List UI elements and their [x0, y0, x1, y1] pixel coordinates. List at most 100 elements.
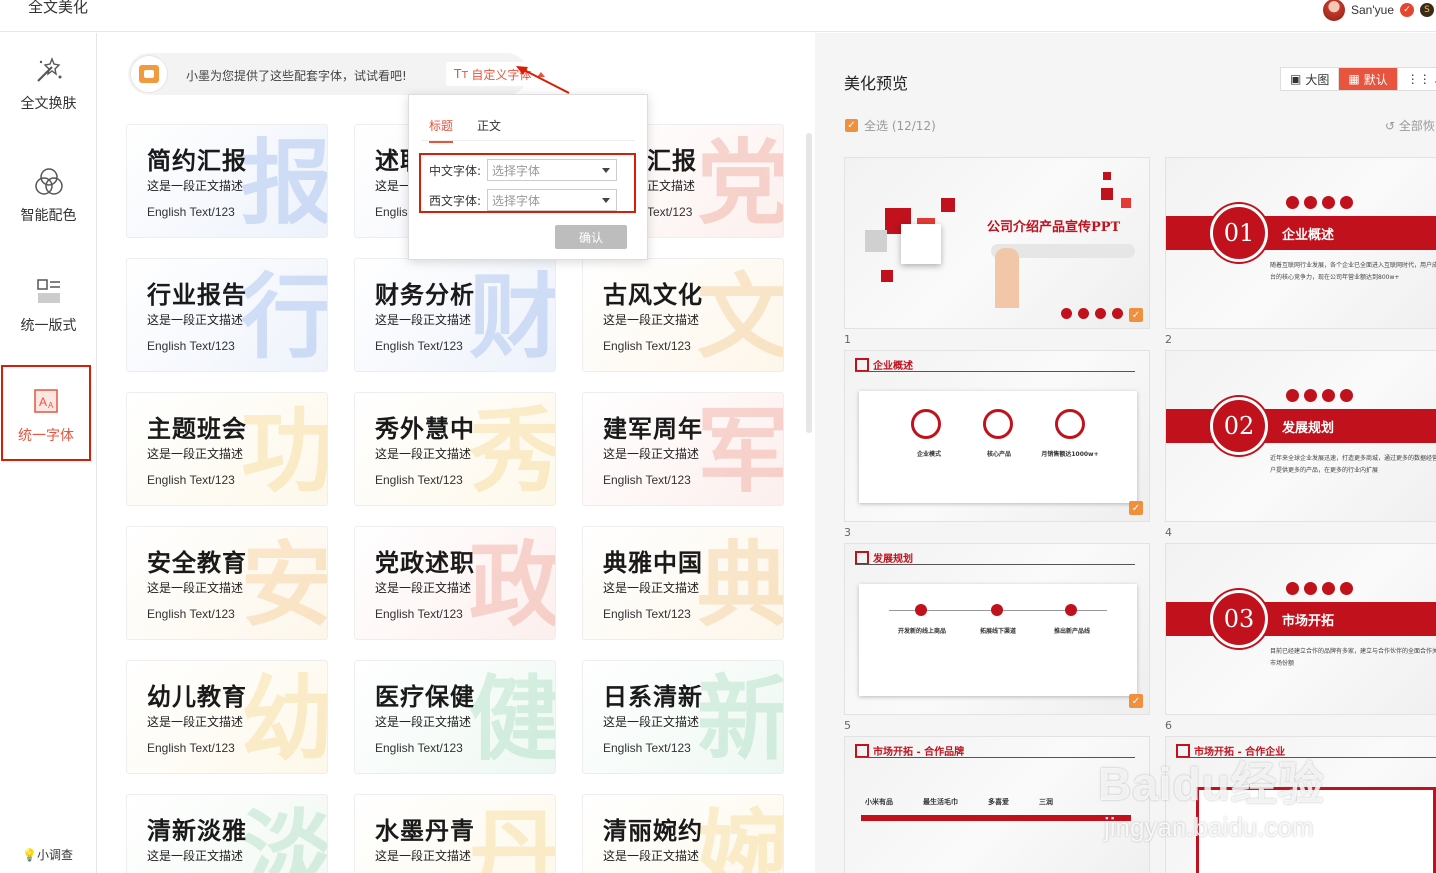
brand-name: 小米有品	[865, 798, 893, 806]
user-name[interactable]: San'yue	[1351, 3, 1394, 17]
font-card-subtitle: 这是一段正文描述	[603, 849, 700, 863]
font-card[interactable]: 幼幼儿教育 这是一段正文描述 English Text/123	[126, 660, 328, 774]
slide-thumb-6[interactable]: 03 市场开拓 目前已经建立合作的品牌有多家，建立与合作伙伴的全面合作关系，扩大…	[1165, 543, 1436, 715]
nav-item-layout[interactable]: 统一版式	[0, 275, 97, 335]
brand-name: 多喜爱	[988, 798, 1009, 806]
select-all-checkbox[interactable]: ✓ 全选 (12/12)	[845, 117, 936, 134]
slide-checkbox[interactable]: ✓	[1129, 694, 1143, 708]
font-card-english: English Text/123	[603, 607, 691, 621]
font-card-title: 财务分析	[375, 281, 475, 309]
nav-item-reskin[interactable]: 全文换肤	[0, 53, 97, 113]
font-card[interactable]: 秀秀外慧中 这是一段正文描述 English Text/123	[354, 392, 556, 506]
undo-icon: ↺	[1385, 119, 1396, 133]
font-card[interactable]: 行行业报告 这是一段正文描述 English Text/123	[126, 258, 328, 372]
font-card[interactable]: 婉清丽婉约 这是一段正文描述	[582, 794, 784, 873]
font-card[interactable]: 财财务分析 这是一段正文描述 English Text/123	[354, 258, 556, 372]
slide-number: 1	[844, 333, 851, 346]
confirm-button[interactable]: 确认	[555, 225, 627, 249]
slide-thumb-1[interactable]: 公司介绍产品宣传PPT ✓	[844, 157, 1150, 329]
font-card-watermark: 军	[696, 397, 784, 505]
slide-thumb-2[interactable]: 01 企业概述 随着互联网行业发展，各个企业已全面进入互联网时代，用户成为每个平…	[1165, 157, 1436, 329]
font-card-english: English Text/123	[147, 741, 235, 755]
font-card[interactable]: 文古风文化 这是一段正文描述 English Text/123	[582, 258, 784, 372]
text-style-icon: Tт	[454, 67, 469, 81]
font-card-english: English Text/123	[147, 339, 235, 353]
red-arrow-annotation	[516, 66, 570, 94]
font-card-title: 简约汇报	[147, 147, 247, 175]
slide-thumb-5[interactable]: 发展规划 开发新的线上商品 拓展线下渠道 推出新产品线 ✓	[844, 543, 1150, 715]
en-font-placeholder: 选择字体	[492, 193, 541, 208]
vip-badge-icon: ✓	[1400, 3, 1414, 17]
font-card-watermark: 功	[240, 397, 328, 505]
font-card-english: English Text/123	[147, 473, 235, 487]
font-card-watermark: 典	[696, 531, 784, 639]
brand-name: 三润	[1039, 798, 1053, 806]
user-avatar[interactable]	[1323, 0, 1345, 21]
font-card-watermark: 报	[240, 129, 328, 237]
font-card[interactable]: 报简约汇报 这是一段正文描述 English Text/123	[126, 124, 328, 238]
slide-3-item: 核心产品	[986, 451, 1011, 458]
survey-link[interactable]: 💡小调查	[22, 846, 73, 863]
slide-number: 5	[844, 719, 851, 732]
slide-5-item: 开发新的线上商品	[897, 628, 946, 635]
font-card-english: English Text/123	[375, 741, 463, 755]
font-card[interactable]: 丹水墨丹青 这是一段正文描述	[354, 794, 556, 873]
slide-2-body: 随着互联网行业发展，各个企业已全面进入互联网时代，用户成为每个平台的核心竞争力，…	[1270, 262, 1436, 281]
slide-checkbox[interactable]: ✓	[1129, 308, 1143, 322]
font-card-title: 清丽婉约	[603, 817, 703, 845]
font-card[interactable]: 安安全教育 这是一段正文描述 English Text/123	[126, 526, 328, 640]
nav-item-label: 智能配色	[20, 208, 77, 224]
slide-5-item: 推出新产品线	[1053, 628, 1090, 635]
font-card-english: English Text/123	[603, 473, 691, 487]
font-card-subtitle: 这是一段正文描述	[375, 447, 472, 461]
small-grid-icon: ⋮⋮	[1406, 72, 1431, 86]
svg-text:A: A	[39, 395, 47, 409]
view-default-button[interactable]: ▦ 默认	[1339, 68, 1398, 90]
font-card[interactable]: 健医疗保健 这是一段正文描述 English Text/123	[354, 660, 556, 774]
font-card-subtitle: 正文描述	[647, 179, 696, 193]
font-card[interactable]: 新日系清新 这是一段正文描述 English Text/123	[582, 660, 784, 774]
slide-6-body: 目前已经建立合作的品牌有多家，建立与合作伙伴的全面合作关系，扩大市场份额	[1270, 648, 1436, 667]
restore-all-label: 全部恢	[1398, 119, 1435, 133]
brand-name: 最生活毛巾	[923, 798, 958, 806]
font-card-english: English Text/123	[603, 339, 691, 353]
slide-2-title: 企业概述	[1282, 228, 1335, 243]
slide-checkbox[interactable]: ✓	[1129, 501, 1143, 515]
tabs-divider	[421, 140, 635, 141]
cn-font-select[interactable]: 选择字体	[487, 159, 618, 181]
font-card-title: 秀外慧中	[375, 415, 475, 443]
cn-font-row: 中文字体: 选择字体	[429, 159, 618, 181]
scrollbar[interactable]	[806, 133, 812, 433]
en-font-select[interactable]: 选择字体	[487, 189, 618, 211]
font-card-english: English Text/123	[147, 607, 235, 621]
mascot-logo-icon	[130, 55, 168, 93]
font-card[interactable]: 军建军周年 这是一段正文描述 English Text/123	[582, 392, 784, 506]
restore-all-button[interactable]: ↺ 全部恢	[1385, 117, 1435, 134]
preview-panel: 美化预览 ▣大图 ▦默认 ⋮⋮小 ✓ 全选 (12/12) ↺ 全部恢 公司介绍…	[815, 33, 1436, 873]
cn-font-label: 中文字体:	[429, 163, 482, 178]
font-card[interactable]: 淡清新淡雅 这是一段正文描述	[126, 794, 328, 873]
view-large-button[interactable]: ▣ 大图	[1281, 68, 1340, 90]
user-info[interactable]: San'yue ✓ S	[1323, 0, 1436, 21]
slide-number: 6	[1165, 719, 1172, 732]
top-bar: 全文美化 San'yue ✓ S	[0, 0, 1436, 32]
magic-wand-icon	[36, 57, 61, 82]
font-card[interactable]: 典典雅中国 这是一段正文描述 English Text/123	[582, 526, 784, 640]
view-small-button[interactable]: ⋮⋮小	[1398, 68, 1436, 90]
font-card-subtitle: 这是一段正文描述	[603, 715, 700, 729]
font-card-title: 古风文化	[603, 281, 703, 309]
font-card-subtitle: 这是一段正文描述	[147, 447, 244, 461]
nav-item-font[interactable]: A A 统一字体	[1, 365, 91, 461]
nav-item-label: 统一字体	[18, 428, 74, 444]
font-icon: A A	[34, 389, 58, 413]
slide-7-tag: 市场开拓 - 合作品牌	[855, 743, 964, 758]
font-card[interactable]: 功主题班会 这是一段正文描述 English Text/123	[126, 392, 328, 506]
slide-thumb-4[interactable]: 02 发展规划 近年来全球企业发展迅速，打造更多商城，通过更多的数据经营，如向客…	[1165, 350, 1436, 522]
font-card-watermark: 幼	[240, 665, 328, 773]
font-card[interactable]: 政党政述职 这是一段正文描述 English Text/123	[354, 526, 556, 640]
nav-item-color[interactable]: 智能配色	[0, 165, 97, 225]
slide-thumb-3[interactable]: 企业概述 企业模式 核心产品 月销售额达1000w+ ✓	[844, 350, 1150, 522]
preview-title: 美化预览	[844, 74, 909, 93]
image-icon: ▣	[1290, 72, 1302, 86]
slide-6-number: 03	[1210, 590, 1268, 648]
